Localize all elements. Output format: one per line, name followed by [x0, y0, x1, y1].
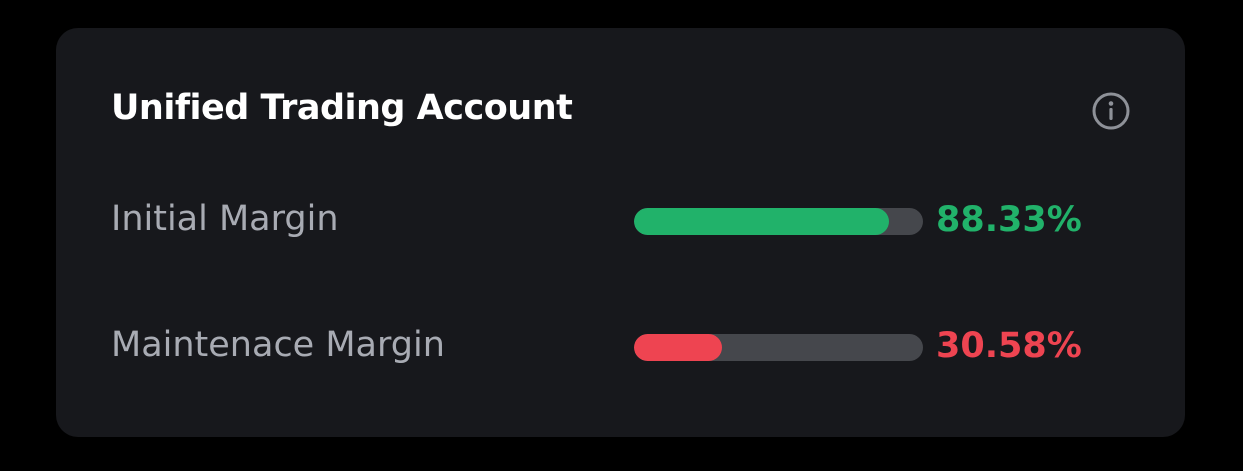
maintenance-margin-value: 30.58% — [936, 326, 1082, 366]
unified-trading-account-card: Unified Trading Account Initial Margin 8… — [56, 28, 1185, 437]
maintenance-margin-progress-bar — [634, 334, 923, 361]
card-title: Unified Trading Account — [111, 88, 573, 128]
initial-margin-value: 88.33% — [936, 200, 1082, 240]
initial-margin-progress-bar — [634, 208, 923, 235]
initial-margin-label: Initial Margin — [111, 199, 339, 239]
initial-margin-progress-fill — [634, 208, 890, 235]
maintenance-margin-label: Maintenace Margin — [111, 325, 445, 365]
maintenance-margin-progress-fill — [634, 334, 723, 361]
info-icon[interactable] — [1091, 91, 1131, 131]
